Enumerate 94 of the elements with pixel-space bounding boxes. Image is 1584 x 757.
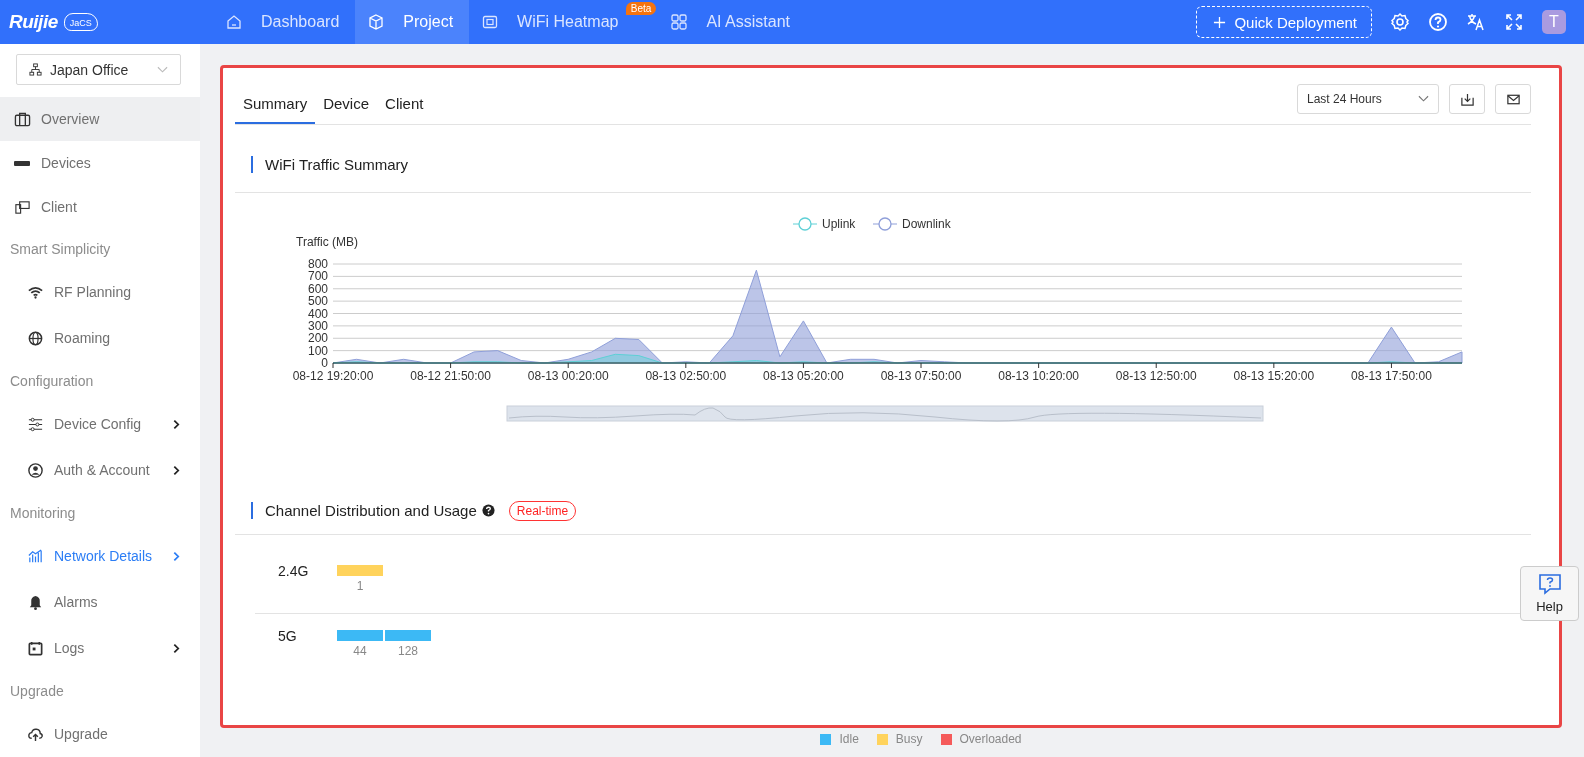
time-range-value: Last 24 Hours (1307, 92, 1382, 106)
briefcase-icon (14, 110, 31, 128)
axis-label: 600 (307, 281, 328, 296)
email-button[interactable] (1495, 84, 1531, 114)
logo-brand: Ruijie (9, 11, 58, 33)
axis-label: 08-13 00:20:00 (527, 369, 609, 383)
section-title: Channel Distribution and Usage (265, 502, 477, 519)
axis-label: 200 (307, 331, 328, 346)
chat-help-icon (1537, 573, 1562, 595)
axis-label: 800 (307, 257, 328, 271)
channel-number: 128 (398, 644, 418, 658)
menu-item[interactable]: Network Details (0, 533, 200, 579)
site-name: Japan Office (50, 61, 130, 78)
calendar-icon (27, 639, 44, 657)
axis-label: 08-13 05:20:00 (763, 369, 844, 383)
zoom-slider[interactable] (506, 405, 1264, 422)
axis-label: 08-13 17:50:00 (1351, 369, 1432, 383)
legend-item[interactable]: Uplink (792, 217, 856, 231)
legend-label: Downlink (902, 217, 952, 231)
chevron-down-icon (157, 65, 168, 74)
legend-label: Overloaded (959, 732, 1022, 746)
download-button[interactable] (1449, 84, 1485, 114)
tab[interactable]: Summary (235, 87, 316, 124)
axis-label: 08-12 21:50:00 (410, 369, 491, 383)
chevron-right-icon (173, 642, 180, 654)
section-heading: Configuration (9, 372, 95, 391)
legend-label: Uplink (822, 217, 857, 231)
nav-tab[interactable]: AI Assistant (658, 0, 807, 44)
channel-number: 1 (356, 579, 364, 593)
legend-label: Busy (895, 732, 923, 746)
switch-icon (14, 160, 30, 166)
settings-icon[interactable] (1390, 12, 1410, 32)
band-label: 5G (278, 628, 298, 644)
nav-tab[interactable]: WiFi Heatmap Beta (469, 0, 659, 44)
chart-icon (27, 547, 44, 565)
axis-label: 08-12 19:20:00 (292, 369, 374, 383)
axis-label: 100 (307, 343, 328, 358)
nav-tab[interactable]: Dashboard (213, 0, 356, 44)
globe-icon (27, 329, 44, 347)
monitor-icon (14, 198, 31, 216)
chevron-right-icon (173, 418, 180, 430)
site-select[interactable]: Japan Office (16, 54, 181, 85)
grid-icon (670, 13, 689, 31)
axis-title: Traffic (MB) (296, 235, 358, 249)
menu-item[interactable]: Roaming (0, 315, 200, 361)
section-heading: Monitoring (9, 504, 77, 523)
section-heading: Upgrade (9, 682, 65, 701)
user-icon (27, 461, 44, 479)
quick-deployment-button[interactable]: Quick Deployment (1196, 6, 1372, 38)
menu-item[interactable]: Client (0, 185, 200, 229)
section-title: WiFi Traffic Summary (265, 156, 409, 173)
plus-icon (1213, 15, 1227, 29)
chevron-down-icon (1418, 95, 1429, 103)
translate-icon[interactable] (1466, 12, 1486, 32)
axis-label: 400 (307, 306, 328, 321)
cube-icon (367, 13, 386, 31)
help-icon[interactable] (481, 504, 495, 517)
menu-item[interactable]: Upgrade (0, 711, 200, 757)
axis-label: 08-13 02:50:00 (645, 369, 727, 383)
section-heading: Smart Simplicity (9, 240, 112, 259)
home-icon (225, 13, 243, 31)
menu-item[interactable]: Device Config (0, 401, 200, 447)
axis-label: 08-13 10:20:00 (998, 369, 1079, 383)
legend-label: Idle (839, 732, 859, 746)
tab[interactable]: Device (315, 87, 378, 124)
help-button[interactable]: Help (1520, 566, 1579, 621)
menu-item[interactable]: Auth & Account (0, 447, 200, 493)
legend-item[interactable]: Downlink (872, 217, 951, 231)
download-icon (1459, 91, 1475, 107)
beta-badge: Beta (625, 2, 657, 15)
fullscreen-icon[interactable] (1504, 12, 1524, 32)
nav-tab[interactable]: Project (355, 0, 470, 44)
sliders-icon (27, 415, 44, 433)
network-icon (29, 63, 42, 76)
menu-item[interactable]: Devices (0, 141, 200, 185)
axis-label: 0 (321, 356, 328, 370)
chevron-right-icon (173, 550, 180, 562)
map-icon (481, 13, 500, 31)
menu-item[interactable]: Logs (0, 625, 200, 671)
menu-item[interactable]: RF Planning (0, 269, 200, 315)
channel-number: 44 (353, 644, 367, 658)
axis-label: 500 (307, 294, 328, 309)
chevron-right-icon (173, 464, 180, 476)
time-range-select[interactable]: Last 24 Hours (1297, 84, 1439, 114)
axis-label: 08-13 07:50:00 (880, 369, 962, 383)
axis-label: 08-13 12:50:00 (1115, 369, 1197, 383)
axis-label: 300 (307, 318, 328, 333)
bell-icon (27, 593, 44, 611)
tab[interactable]: Client (377, 87, 432, 124)
axis-label: 08-13 15:20:00 (1233, 369, 1315, 383)
menu-item[interactable]: Alarms (0, 579, 200, 625)
menu-item[interactable]: Overview (0, 97, 200, 141)
axis-label: 700 (307, 269, 328, 284)
band-label: 2.4G (278, 563, 310, 579)
